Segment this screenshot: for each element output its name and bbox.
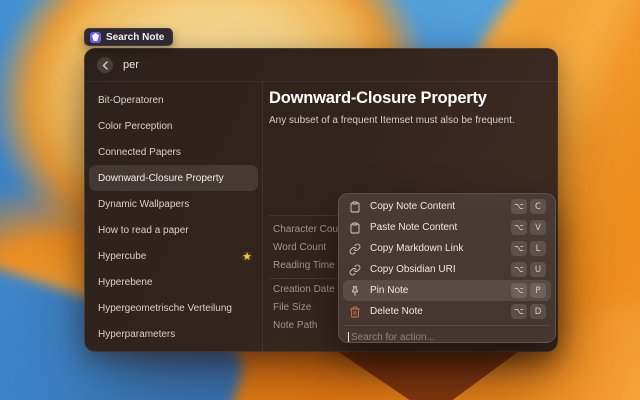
chevron-left-icon (102, 61, 109, 70)
star-icon: ★ (242, 250, 252, 263)
letter-keycap: C (530, 199, 546, 214)
pin-icon (348, 284, 362, 298)
modifier-keycap: ⌥ (511, 304, 527, 319)
menu-item-delete-note[interactable]: Delete Note ⌥ D (343, 301, 551, 322)
menu-item-label: Copy Markdown Link (370, 243, 463, 254)
menu-item-label: Copy Note Content (370, 201, 455, 212)
sidebar-item-dynamic-wallpapers[interactable]: Dynamic Wallpapers (89, 191, 258, 217)
text-caret (348, 332, 349, 343)
modifier-keycap: ⌥ (511, 220, 527, 235)
menu-item-paste-note-content[interactable]: Paste Note Content ⌥ V (343, 217, 551, 238)
letter-keycap: L (530, 241, 546, 256)
menu-item-label: Pin Note (370, 285, 408, 296)
note-subtitle: Any subset of a frequent Itemset must al… (269, 115, 549, 126)
sidebar-item-color-perception[interactable]: Color Perception (89, 113, 258, 139)
menu-item-copy-note-content[interactable]: Copy Note Content ⌥ C (343, 196, 551, 217)
search-bar: per (85, 49, 557, 82)
menu-item-pin-note[interactable]: Pin Note ⌥ P (343, 280, 551, 301)
link-icon (348, 242, 362, 256)
action-search-placeholder: Search for action... (351, 332, 435, 343)
menu-item-label: Copy Obsidian URI (370, 264, 456, 275)
menu-divider (344, 325, 550, 326)
sidebar-item-downward-closure-property[interactable]: Downward-Closure Property (89, 165, 258, 191)
note-title: Downward-Closure Property (269, 89, 549, 108)
search-note-tooltip: Search Note (84, 28, 173, 46)
modifier-keycap: ⌥ (511, 262, 527, 277)
sidebar-item-hyperparameters[interactable]: Hyperparameters (89, 321, 258, 347)
menu-item-label: Delete Note (370, 306, 423, 317)
modifier-keycap: ⌥ (511, 241, 527, 256)
action-search-field[interactable]: Search for action... (343, 329, 551, 343)
letter-keycap: U (530, 262, 546, 277)
menu-item-label: Paste Note Content (370, 222, 457, 233)
menu-item-copy-obsidian-uri[interactable]: Copy Obsidian URI ⌥ U (343, 259, 551, 280)
letter-keycap: P (530, 283, 546, 298)
letter-keycap: V (530, 220, 546, 235)
letter-keycap: D (530, 304, 546, 319)
clipboard-icon (348, 200, 362, 214)
sidebar-item-bit-operatoren[interactable]: Bit-Operatoren (89, 87, 258, 113)
link-icon (348, 263, 362, 277)
sidebar-item-hyperebene[interactable]: Hyperebene (89, 269, 258, 295)
trash-icon (348, 305, 362, 319)
sidebar-item-hypercube[interactable]: Hypercube★ (89, 243, 258, 269)
note-list: Bit-Operatoren Color Perception Connecte… (85, 82, 263, 351)
sidebar-item-how-to-read-a-paper[interactable]: How to read a paper (89, 217, 258, 243)
clipboard-paste-icon (348, 221, 362, 235)
menu-item-copy-markdown-link[interactable]: Copy Markdown Link ⌥ L (343, 238, 551, 259)
desktop: Search Note per Bit-Operatoren Color Per… (0, 0, 640, 400)
sidebar-item-hypergeometrische-verteilung[interactable]: Hypergeometrische Verteilung (89, 295, 258, 321)
action-menu: Copy Note Content ⌥ C Paste Note Content… (338, 193, 556, 343)
back-button[interactable] (97, 57, 113, 73)
modifier-keycap: ⌥ (511, 283, 527, 298)
obsidian-icon (90, 32, 101, 43)
tooltip-label: Search Note (106, 32, 164, 43)
modifier-keycap: ⌥ (511, 199, 527, 214)
search-input[interactable]: per (123, 59, 139, 71)
sidebar-item-connected-papers[interactable]: Connected Papers (89, 139, 258, 165)
